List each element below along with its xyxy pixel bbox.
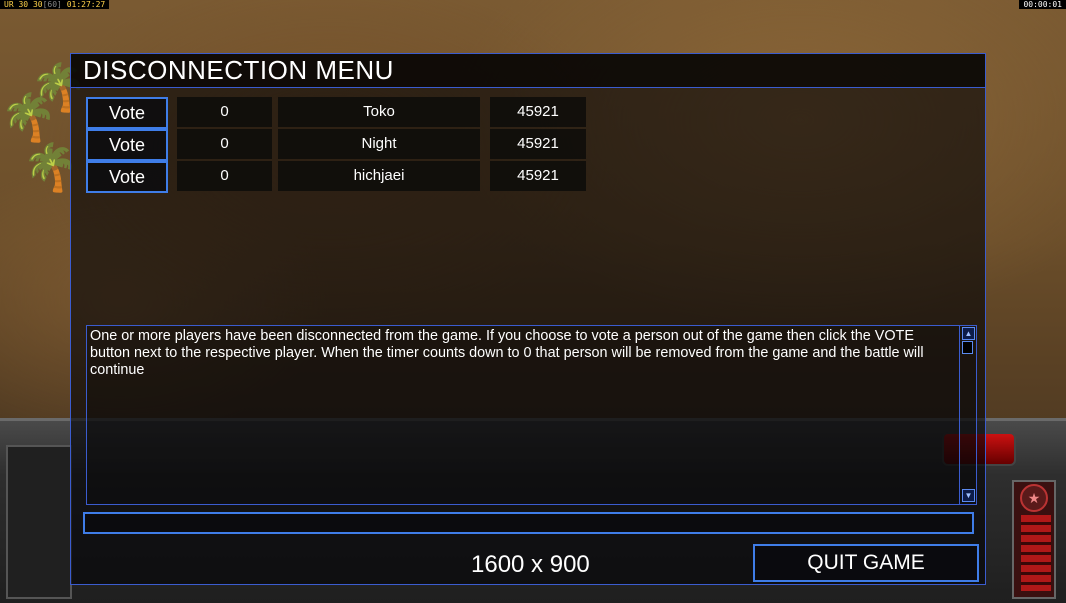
quit-game-button[interactable]: QUIT GAME — [753, 544, 979, 582]
player-timer: 0 — [177, 129, 272, 159]
player-ping: 45921 — [490, 161, 586, 191]
dialog-title: DISCONNECTION MENU — [83, 55, 394, 85]
player-name: hichjaei — [278, 161, 480, 191]
palm-tree-icon: 🌴 — [0, 91, 58, 143]
chat-input[interactable] — [83, 512, 974, 534]
game-timer: 00:00:01 — [1019, 0, 1066, 9]
fps-tag: UR — [4, 0, 14, 9]
fps-target: 30 — [32, 0, 43, 9]
power-meter — [1021, 515, 1051, 591]
vote-button[interactable]: Vote — [86, 161, 168, 193]
vote-button[interactable]: Vote — [86, 97, 168, 129]
star-icon: ★ — [1020, 484, 1048, 512]
dialog-title-bar: DISCONNECTION MENU — [71, 54, 985, 88]
player-timer: 0 — [177, 97, 272, 127]
vote-button[interactable]: Vote — [86, 129, 168, 161]
scroll-thumb[interactable] — [962, 341, 973, 354]
scroll-up-arrow-icon[interactable]: ▲ — [962, 327, 975, 340]
message-scrollbar[interactable]: ▲ ▼ — [959, 326, 976, 504]
scroll-down-arrow-icon[interactable]: ▼ — [962, 489, 975, 502]
disconnection-dialog: DISCONNECTION MENU Vote 0 Toko 45921 Vot… — [70, 53, 986, 585]
message-box: One or more players have been disconnect… — [86, 325, 977, 505]
player-ping: 45921 — [490, 129, 586, 159]
player-ping: 45921 — [490, 97, 586, 127]
resolution-label: 1600 x 900 — [471, 551, 590, 578]
command-bar-left-panel — [6, 445, 72, 599]
disconnect-message: One or more players have been disconnect… — [90, 328, 924, 378]
player-name: Night — [278, 129, 480, 159]
player-timer: 0 — [177, 161, 272, 191]
fps-limit: 60 — [47, 0, 58, 9]
fps-overlay: UR 30 30[60] 01:27:27 — [0, 0, 110, 9]
player-name: Toko — [278, 97, 480, 127]
fps-value: 30 — [18, 0, 29, 9]
clock: 01:27:27 — [66, 0, 106, 9]
